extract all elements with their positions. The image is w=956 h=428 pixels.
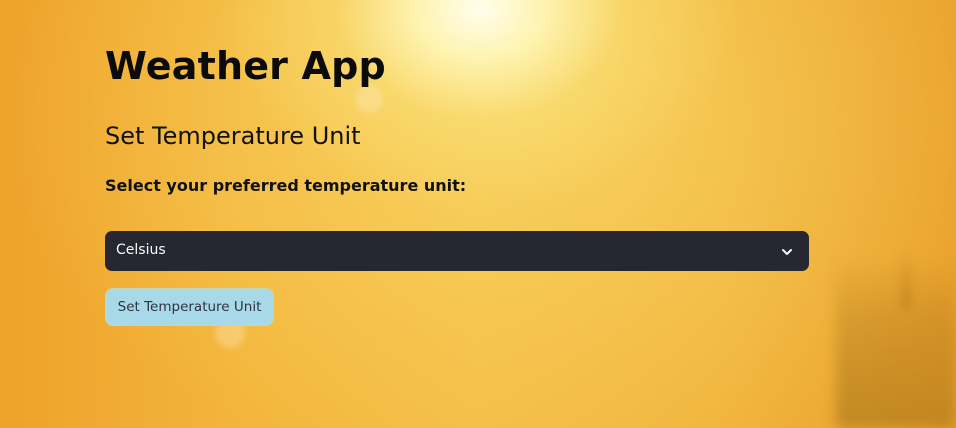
chevron-down-icon [780,244,794,258]
page-title: Weather App [105,44,386,88]
section-heading: Set Temperature Unit [105,122,361,150]
temperature-unit-select[interactable]: Celsius [105,231,809,271]
selected-unit-value: Celsius [116,242,166,258]
background-building [836,258,956,428]
unit-select-label: Select your preferred temperature unit: [105,176,467,195]
set-temperature-unit-button-label: Set Temperature Unit [117,299,262,315]
set-temperature-unit-button[interactable]: Set Temperature Unit [105,288,274,326]
